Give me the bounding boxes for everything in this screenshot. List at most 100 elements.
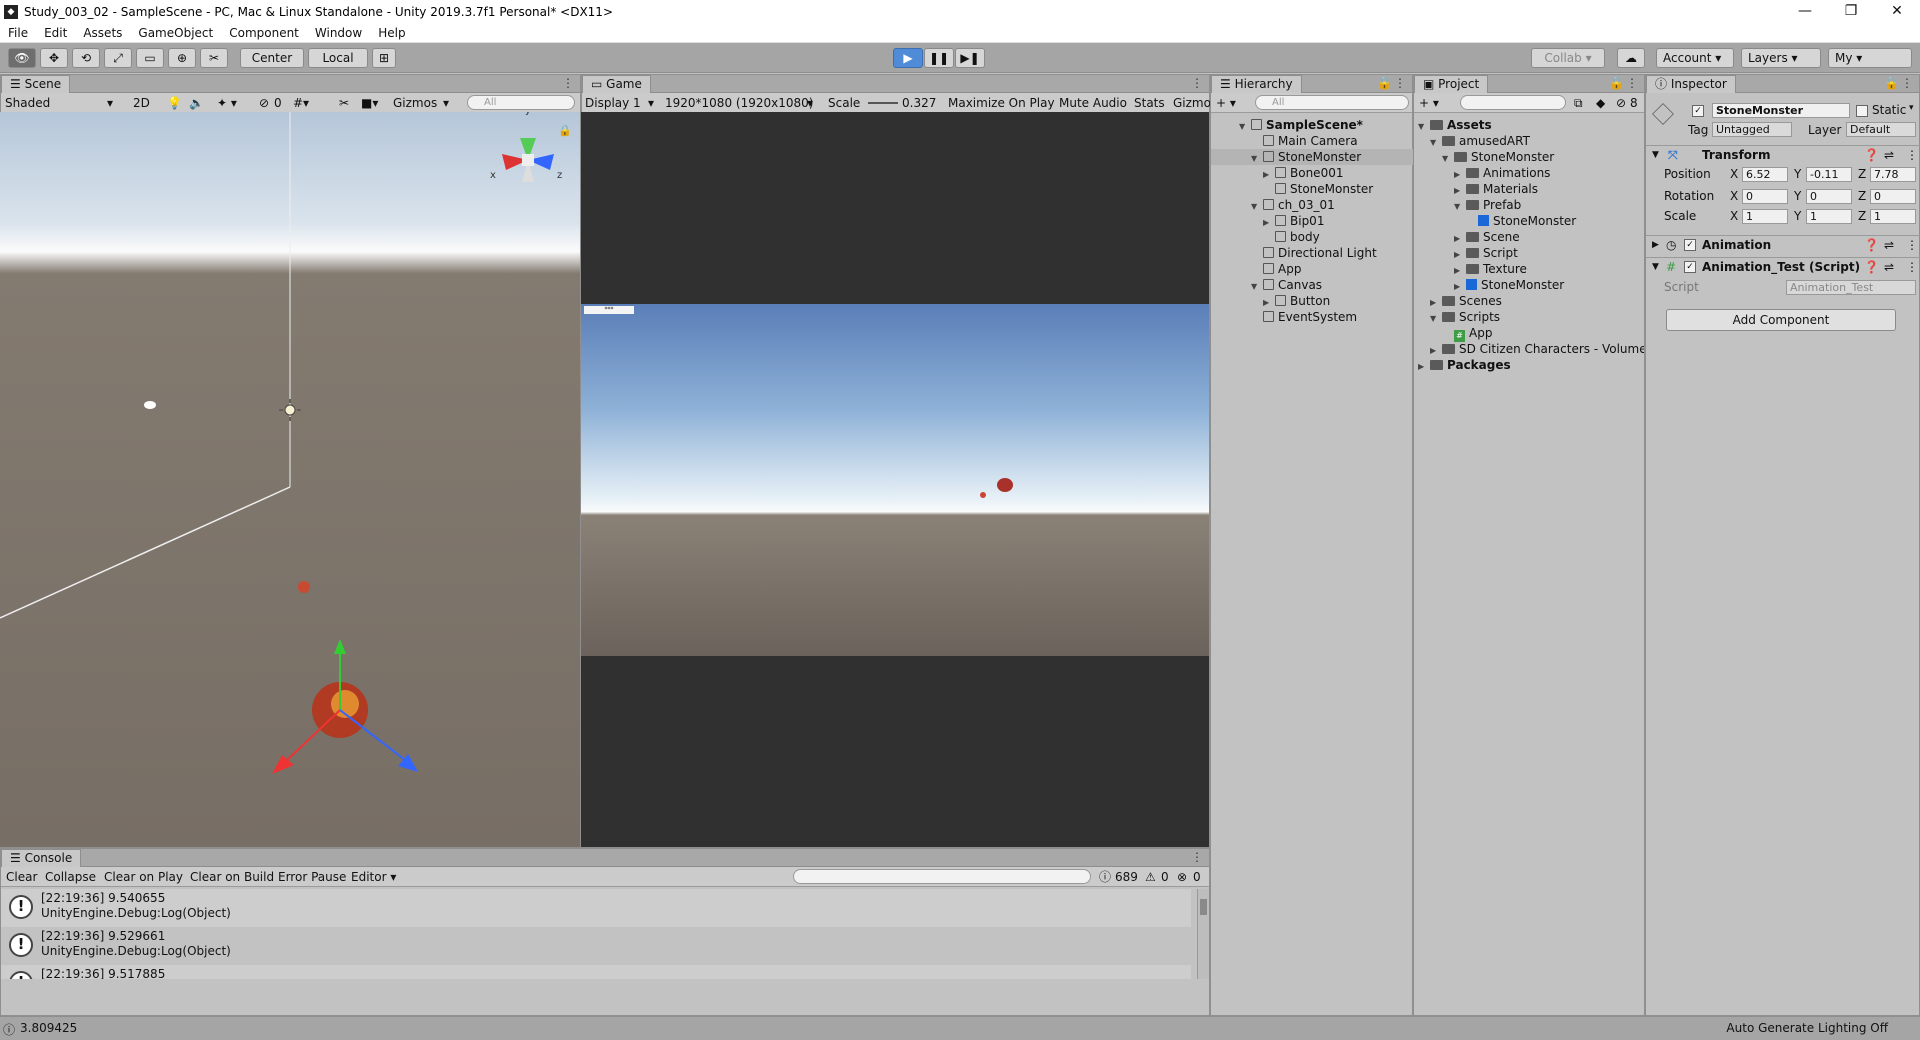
rotation-x-field[interactable]: 0 xyxy=(1742,189,1788,204)
menu-help[interactable]: Help xyxy=(370,26,413,40)
kebab-icon[interactable]: ⋮ xyxy=(1191,850,1203,864)
pause-button[interactable]: ❚❚ xyxy=(924,48,954,68)
chevron-down-icon[interactable]: ▾ xyxy=(648,95,654,111)
maximize-on-play-toggle[interactable]: Maximize On Play xyxy=(948,95,1055,111)
project-item[interactable]: ▶ Texture xyxy=(1454,261,1644,277)
chevron-down-icon[interactable]: ▼ xyxy=(1251,151,1263,167)
move-tool-icon[interactable]: ✥ xyxy=(40,48,68,68)
chevron-down-icon[interactable]: ▼ xyxy=(1418,119,1430,135)
pivot-local-button[interactable]: Local xyxy=(308,48,368,68)
tools-icon[interactable]: ✂ xyxy=(339,95,349,111)
scene-search-input[interactable]: All xyxy=(467,95,575,110)
add-icon[interactable]: + ▾ xyxy=(1419,95,1439,111)
lighting-status[interactable]: Auto Generate Lighting Off xyxy=(1726,1021,1888,1035)
project-item[interactable]: # App xyxy=(1442,325,1644,342)
project-item[interactable]: ▶ Animations xyxy=(1454,165,1644,181)
menu-assets[interactable]: Assets xyxy=(75,26,130,40)
kebab-icon[interactable]: ⋮ xyxy=(1906,258,1918,277)
cloud-icon[interactable]: ☁ xyxy=(1617,48,1645,68)
scale-tool-icon[interactable]: ⤢ xyxy=(104,48,132,68)
chevron-down-icon[interactable]: ▾ xyxy=(1909,103,1914,113)
layers-dropdown[interactable]: Layers ▾ xyxy=(1741,48,1821,68)
chevron-down-icon[interactable]: ▼ xyxy=(1251,279,1263,295)
menu-component[interactable]: Component xyxy=(221,26,307,40)
ui-button[interactable]: *** xyxy=(584,306,634,314)
last-log-message[interactable]: 3.809425 xyxy=(20,1021,77,1035)
pivot-center-button[interactable]: Center xyxy=(240,48,304,68)
effects-icon[interactable]: ✦ ▾ xyxy=(217,95,237,111)
close-button[interactable]: ✕ xyxy=(1874,0,1920,23)
tab-inspector[interactable]: ⓘ Inspector xyxy=(1646,75,1736,93)
help-icon[interactable]: ❓ xyxy=(1864,258,1879,277)
hidden-objects-icon[interactable]: ⊘ xyxy=(259,95,269,111)
custom-tool-icon[interactable]: ✂ xyxy=(200,48,228,68)
rotation-z-field[interactable]: 0 xyxy=(1870,189,1916,204)
lighting-icon[interactable]: 💡 xyxy=(167,95,182,111)
error-pause-button[interactable]: Error Pause xyxy=(278,869,346,885)
collab-button[interactable]: Collab ▾ xyxy=(1531,48,1605,68)
project-search-input[interactable] xyxy=(1460,95,1566,110)
transform-tool-icon[interactable]: ⊕ xyxy=(168,48,196,68)
scrollbar-thumb[interactable] xyxy=(1200,899,1207,915)
maximize-button[interactable]: ❐ xyxy=(1828,0,1874,23)
project-item[interactable]: ▼ amusedART xyxy=(1430,133,1644,149)
scale-z-field[interactable]: 1 xyxy=(1870,209,1916,224)
kebab-icon[interactable]: ⋮ xyxy=(562,76,574,90)
lock-icon[interactable]: 🔒 xyxy=(1377,76,1392,90)
kebab-icon[interactable]: ⋮ xyxy=(1191,76,1203,90)
stats-toggle[interactable]: Stats xyxy=(1134,95,1165,111)
kebab-icon[interactable]: ⋮ xyxy=(1394,76,1406,90)
editor-dropdown[interactable]: Editor ▾ xyxy=(351,869,396,885)
active-checkbox[interactable]: ✓ xyxy=(1692,105,1704,117)
object-name-field[interactable]: StoneMonster xyxy=(1712,103,1850,118)
log-entry[interactable]: ! [22:19:36] 9.540655 UnityEngine.Debug:L… xyxy=(1,889,1191,927)
error-icon[interactable]: ⊗ xyxy=(1177,869,1187,885)
script-field[interactable]: Animation_Test xyxy=(1786,280,1916,295)
tab-console[interactable]: ☰ Console xyxy=(1,849,82,867)
clear-button[interactable]: Clear xyxy=(6,869,37,885)
chevron-down-icon[interactable]: ▼ xyxy=(1442,151,1454,167)
project-item[interactable]: ▼ Prefab xyxy=(1454,197,1644,213)
project-item[interactable]: ▶ Script xyxy=(1454,245,1644,261)
scale-x-field[interactable]: 1 xyxy=(1742,209,1788,224)
lock-icon[interactable]: 🔒 xyxy=(1609,76,1624,90)
kebab-icon[interactable]: ⋮ xyxy=(1906,146,1918,165)
tab-hierarchy[interactable]: ☰ Hierarchy xyxy=(1211,75,1302,93)
log-icon[interactable]: ⓘ xyxy=(1099,869,1111,885)
hierarchy-search-input[interactable]: All xyxy=(1255,95,1409,110)
chevron-down-icon[interactable]: ▾ xyxy=(807,95,813,111)
project-item[interactable]: ▶ Packages xyxy=(1418,357,1644,373)
rotate-tool-icon[interactable]: ⟲ xyxy=(72,48,100,68)
toggle-2d-button[interactable]: 2D xyxy=(133,95,150,111)
preset-icon[interactable]: ⇌ xyxy=(1884,146,1894,165)
log-entry[interactable]: ! [22:19:36] 9.529661 UnityEngine.Debug:L… xyxy=(1,927,1191,965)
preset-icon[interactable]: ⇌ xyxy=(1884,258,1894,277)
animation-header[interactable]: ▶ ◷ ✓ Animation ❓ ⇌ ⋮ xyxy=(1646,235,1920,255)
clear-on-play-button[interactable]: Clear on Play xyxy=(104,869,183,885)
rect-tool-icon[interactable]: ▭ xyxy=(136,48,164,68)
console-search-input[interactable] xyxy=(793,869,1091,884)
layout-dropdown[interactable]: My ▾ xyxy=(1828,48,1912,68)
lock-icon[interactable]: 🔒 xyxy=(1884,76,1899,90)
help-icon[interactable]: ❓ xyxy=(1864,146,1879,165)
position-z-field[interactable]: 7.78 xyxy=(1870,167,1916,182)
project-item[interactable]: ▼ Assets xyxy=(1418,117,1644,133)
script-component-header[interactable]: ▼ # ✓ Animation_Test (Script) ❓ ⇌ ⋮ xyxy=(1646,257,1920,277)
lock-icon[interactable]: 🔒 xyxy=(558,124,572,137)
add-component-button[interactable]: Add Component xyxy=(1666,309,1896,331)
log-entry[interactable]: ! [22:19:36] 9.517885 xyxy=(1,965,1191,979)
clear-on-build-button[interactable]: Clear on Build xyxy=(190,869,274,885)
tab-project[interactable]: ▣ Project xyxy=(1414,75,1489,93)
project-item[interactable]: ▶ Scenes xyxy=(1430,293,1644,309)
animation-enabled-checkbox[interactable]: ✓ xyxy=(1684,239,1696,251)
scale-slider[interactable] xyxy=(868,102,898,104)
hidden-packages-icon[interactable]: ⊘ xyxy=(1616,95,1626,111)
display-dropdown[interactable]: Display 1 xyxy=(585,95,641,111)
project-item[interactable]: ▶ StoneMonster xyxy=(1454,277,1644,293)
minimize-button[interactable]: — xyxy=(1782,0,1828,23)
help-icon[interactable]: ❓ xyxy=(1864,236,1879,255)
chevron-down-icon[interactable]: ▾ xyxy=(443,95,449,111)
grid-icon[interactable]: #▾ xyxy=(293,95,309,111)
script-enabled-checkbox[interactable]: ✓ xyxy=(1684,261,1696,273)
grid-snap-icon[interactable]: ⊞ xyxy=(372,48,396,68)
